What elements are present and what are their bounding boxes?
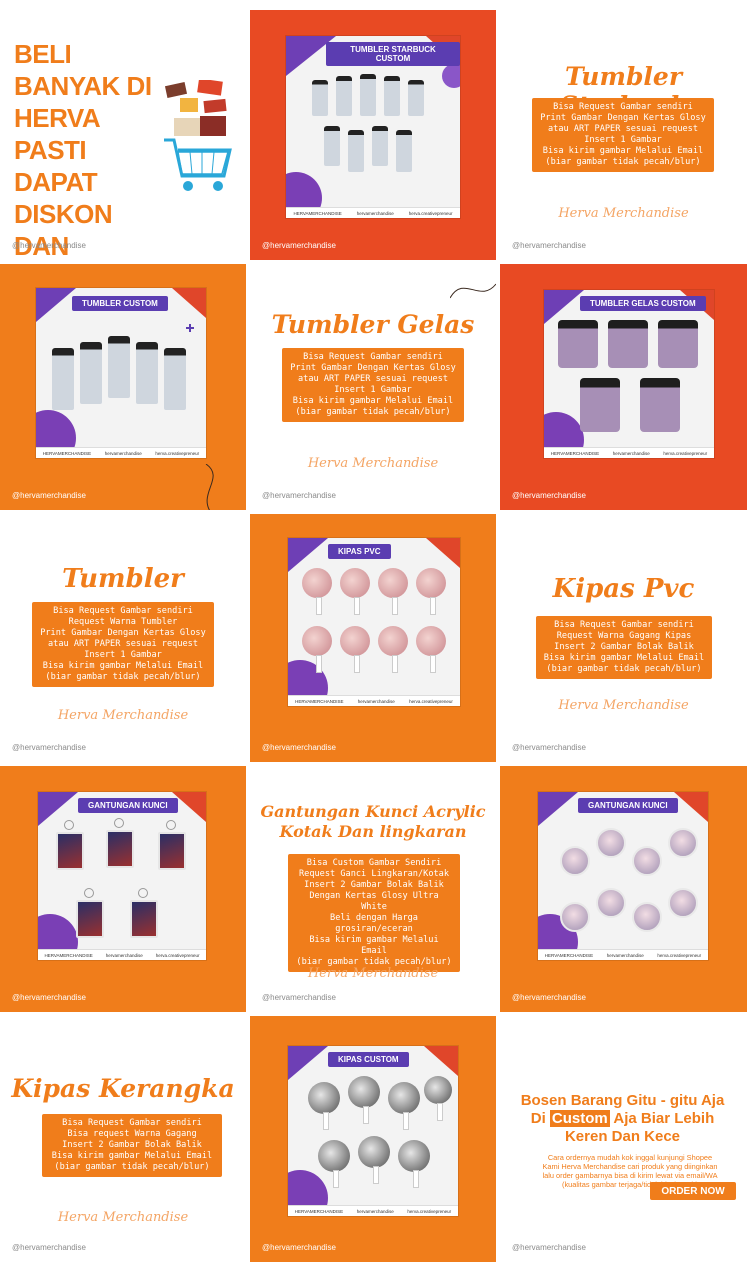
handle-label: @hervamerchandise	[262, 743, 336, 752]
product-card: TUMBLER STARBUCK CUSTOM HERVAMERCHANDISE…	[286, 36, 460, 218]
product-card: GANTUNGAN KUNCI HERVAMERCHANDISE hervamer…	[38, 792, 206, 960]
tile-tumbler-info[interactable]: Tumbler Bisa Request Gambar sendiri Reque…	[0, 514, 246, 762]
product-title: Gantungan Kunci Acrylic Kotak Dan lingka…	[260, 802, 486, 841]
card-label: TUMBLER CUSTOM	[72, 296, 168, 311]
handle-label: @hervamerchandise	[512, 241, 586, 250]
product-info-box: Bisa Request Gambar sendiri Request Warna…	[32, 602, 214, 687]
product-title: Kipas Kerangka	[11, 1074, 235, 1103]
shopping-cart-icon	[164, 80, 232, 191]
brand-signature: Herva Merchandise	[57, 1210, 189, 1225]
decorative-stripes	[288, 538, 460, 706]
card-label: TUMBLER GELAS CUSTOM	[580, 296, 706, 311]
product-info-box: Bisa Custom Gambar Sendiri Request Ganci …	[288, 854, 460, 972]
brand-signature: Herva Merchandise	[558, 698, 689, 713]
handle-label: @hervamerchandise	[12, 743, 86, 752]
product-card: TUMBLER GELAS CUSTOM HERVAMERCHANDISE her…	[544, 290, 714, 458]
decorative-curl	[450, 283, 496, 299]
card-footer: HERVAMERCHANDISE hervamerchandise herva.cr…	[544, 447, 714, 458]
product-info-box: Bisa Request Gambar sendiri Print Gambar …	[282, 348, 464, 422]
product-card: KIPAS PVC HERVAMERCHANDISE hervamerchandi…	[288, 538, 460, 706]
decorative-curl	[205, 464, 214, 510]
tile-promo-discount[interactable]: BELI BANYAK DI HERVA PASTI DAPAT DISKON …	[0, 10, 246, 260]
brand-signature: Herva Merchandise	[307, 966, 439, 981]
tile-order-now[interactable]: Bosen Barang Gitu - gitu Aja Di Custom A…	[500, 1016, 747, 1262]
card-footer: HERVAMERCHANDISE hervamerchandise herva.cr…	[288, 1205, 458, 1216]
handle-label: @hervamerchandise	[262, 491, 336, 500]
brand-signature: Herva Merchandise	[307, 456, 439, 471]
product-info-box: Bisa Request Gambar sendiri Print Gambar …	[532, 98, 714, 172]
decorative-stripes	[288, 1046, 458, 1216]
tile-tumbler-starbuck-photo[interactable]: TUMBLER STARBUCK CUSTOM HERVAMERCHANDISE…	[250, 10, 496, 260]
handle-label: @hervamerchandise	[12, 1243, 86, 1252]
handle-label: @hervamerchandise	[512, 743, 586, 752]
cta-headline: Bosen Barang Gitu - gitu Aja Di Custom A…	[520, 1092, 725, 1145]
product-title: Tumbler	[62, 564, 184, 594]
tile-tumbler-starbuck-info[interactable]: Tumbler Starbuck Bisa Request Gambar sen…	[500, 10, 747, 260]
promo-headline: BELI BANYAK DI HERVA PASTI DAPAT DISKON …	[14, 39, 152, 260]
product-card: GANTUNGAN KUNCI HERVAMERCHANDISE hervamer…	[538, 792, 708, 960]
handle-label: @hervamerchandise	[12, 491, 86, 500]
product-card: TUMBLER CUSTOM HERVAMERCHANDISE hervamerc…	[36, 288, 206, 458]
handle-label: @hervamerchandise	[12, 241, 86, 250]
card-label: KIPAS CUSTOM	[328, 1052, 409, 1067]
tile-kipas-pvc-photo[interactable]: KIPAS PVC HERVAMERCHANDISE hervamerchandi…	[250, 514, 496, 762]
card-footer: HERVAMERCHANDISE hervamerchandise herva.cr…	[538, 949, 708, 960]
card-footer: HERVAMERCHANDISE hervamerchandise herva.cr…	[36, 447, 206, 458]
card-label: TUMBLER STARBUCK CUSTOM	[326, 42, 460, 66]
tile-gantungan-kunci-round-photo[interactable]: GANTUNGAN KUNCI HERVAMERCHANDISE hervamer…	[500, 766, 747, 1012]
handle-label: @hervamerchandise	[512, 1243, 586, 1252]
product-card: KIPAS CUSTOM HERVAMERCHANDISE hervamercha…	[288, 1046, 458, 1216]
tile-tumbler-gelas-info[interactable]: Tumbler Gelas Bisa Request Gambar sendir…	[250, 264, 496, 510]
brand-signature: Herva Merchandise	[558, 206, 689, 221]
tile-tumbler-custom-photo[interactable]: TUMBLER CUSTOM HERVAMERCHANDISE hervamerc…	[0, 264, 246, 510]
card-label: GANTUNGAN KUNCI	[78, 798, 178, 813]
tile-kipas-pvc-info[interactable]: Kipas Pvc Bisa Request Gambar sendiri Req…	[500, 514, 747, 762]
handle-label: @hervamerchandise	[512, 491, 586, 500]
card-label: KIPAS PVC	[328, 544, 391, 559]
tile-kipas-custom-photo[interactable]: KIPAS CUSTOM HERVAMERCHANDISE hervamercha…	[250, 1016, 496, 1262]
tile-gantungan-kunci-photo[interactable]: GANTUNGAN KUNCI HERVAMERCHANDISE hervamer…	[0, 766, 246, 1012]
product-title: Tumbler Gelas	[271, 310, 475, 339]
product-title: Kipas Pvc	[552, 574, 695, 604]
handle-label: @hervamerchandise	[512, 993, 586, 1002]
handle-label: @hervamerchandise	[262, 1243, 336, 1252]
decorative-stripes	[538, 792, 708, 960]
card-label: GANTUNGAN KUNCI	[578, 798, 678, 813]
product-info-box: Bisa Request Gambar sendiri Bisa request …	[42, 1114, 222, 1177]
card-footer: HERVAMERCHANDISE hervamerchandise herva.cr…	[286, 207, 460, 218]
handle-label: @hervamerchandise	[262, 241, 336, 250]
tile-tumbler-gelas-photo[interactable]: TUMBLER GELAS CUSTOM HERVAMERCHANDISE her…	[500, 264, 747, 510]
decorative-stripes	[544, 290, 714, 458]
card-footer: HERVAMERCHANDISE hervamerchandise herva.cr…	[288, 695, 460, 706]
handle-label: @hervamerchandise	[12, 993, 86, 1002]
order-now-button[interactable]: ORDER NOW	[650, 1182, 736, 1200]
card-footer: HERVAMERCHANDISE hervamerchandise herva.cr…	[38, 949, 206, 960]
brand-signature: Herva Merchandise	[57, 708, 189, 723]
tile-kipas-kerangka-info[interactable]: Kipas Kerangka Bisa Request Gambar sendi…	[0, 1016, 246, 1262]
tile-gantungan-kunci-info[interactable]: Gantungan Kunci Acrylic Kotak Dan lingka…	[250, 766, 496, 1012]
decorative-stripes	[38, 792, 206, 960]
handle-label: @hervamerchandise	[262, 993, 336, 1002]
product-info-box: Bisa Request Gambar sendiri Request Warna…	[536, 616, 712, 679]
